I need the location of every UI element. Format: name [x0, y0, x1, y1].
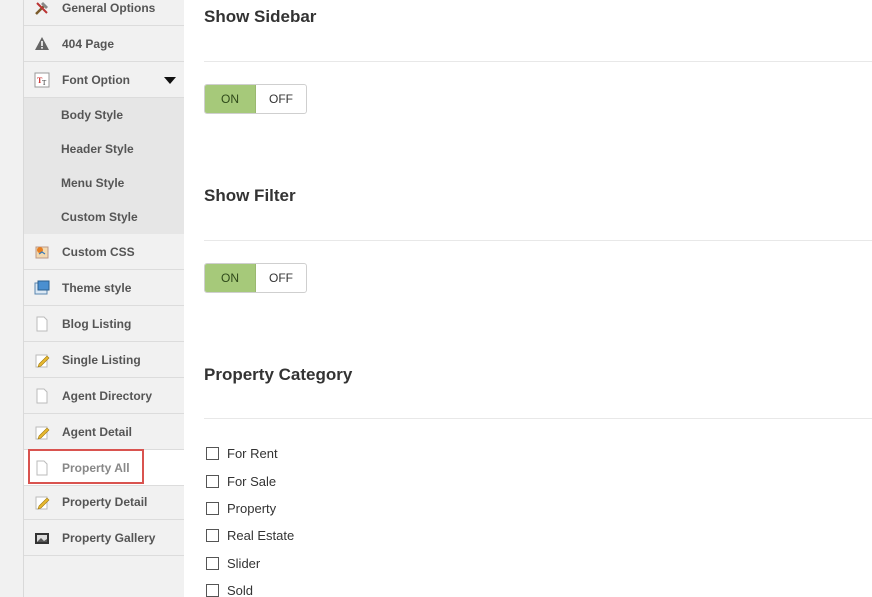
divider	[204, 418, 872, 419]
sidebar-item-label: Property Detail	[62, 494, 148, 509]
options-sidebar: General Options 404 Page TT Font Option …	[24, 0, 184, 597]
show-sidebar-on-button[interactable]: ON	[205, 85, 256, 113]
sidebar-subitem-body-style[interactable]: Body Style	[24, 98, 184, 132]
sidebar-item-label: 404 Page	[62, 36, 115, 51]
checkbox[interactable]	[206, 501, 219, 515]
show-filter-on-button[interactable]: ON	[205, 264, 256, 292]
category-checkbox-for-sale[interactable]: For Sale	[206, 471, 276, 491]
checkbox-label: For Sale	[227, 473, 277, 489]
show-sidebar-off-button[interactable]: OFF	[256, 85, 306, 113]
checkbox[interactable]	[206, 583, 219, 597]
sidebar-item-label: Single Listing	[62, 352, 141, 367]
divider	[204, 61, 872, 62]
sidebar-item-label: Agent Detail	[62, 424, 133, 439]
sidebar-item-label: Property Gallery	[62, 530, 156, 545]
gallery-icon	[34, 530, 50, 546]
sidebar-item-blog-listing[interactable]: Blog Listing	[24, 306, 184, 342]
sidebar-item-general-options[interactable]: General Options	[24, 0, 184, 26]
category-checkbox-slider[interactable]: Slider	[206, 553, 260, 573]
sidebar-item-custom-css[interactable]: Custom CSS	[24, 234, 184, 270]
show-sidebar-toggle[interactable]: ON OFF	[204, 84, 307, 114]
sidebar-item-font-option[interactable]: TT Font Option	[24, 62, 184, 98]
checkbox-label: Sold	[227, 582, 254, 597]
show-filter-title: Show Filter	[204, 186, 296, 205]
category-checkbox-sold[interactable]: Sold	[206, 580, 253, 597]
edit-icon	[34, 424, 50, 440]
checkbox[interactable]	[206, 528, 219, 542]
sidebar-item-label: Font Option	[62, 72, 130, 87]
sidebar-item-label: Custom CSS	[62, 244, 135, 259]
svg-text:T: T	[42, 79, 47, 87]
property-category-title: Property Category	[204, 365, 353, 384]
page-icon	[34, 388, 50, 404]
sidebar-subitem-header-style[interactable]: Header Style	[24, 132, 184, 166]
sidebar-item-property-all[interactable]: Property All	[24, 450, 184, 486]
sidebar-item-label: General Options	[62, 0, 156, 15]
font-icon: TT	[34, 72, 50, 88]
category-checkbox-property[interactable]: Property	[206, 498, 276, 518]
tools-icon	[34, 0, 50, 16]
sidebar-subitem-menu-style[interactable]: Menu Style	[24, 166, 184, 200]
edit-icon	[34, 352, 50, 368]
sidebar-subitem-custom-style[interactable]: Custom Style	[24, 200, 184, 234]
sidebar-item-404-page[interactable]: 404 Page	[24, 26, 184, 62]
edit-icon	[34, 494, 50, 510]
css-icon	[34, 244, 50, 260]
page-icon	[34, 460, 50, 476]
sidebar-item-property-gallery[interactable]: Property Gallery	[24, 520, 184, 556]
sidebar-item-label: Property All	[62, 460, 130, 475]
sidebar-item-single-listing[interactable]: Single Listing	[24, 342, 184, 378]
checkbox[interactable]	[206, 446, 219, 460]
sidebar-item-property-detail[interactable]: Property Detail	[24, 484, 184, 520]
sidebar-item-label: Theme style	[62, 280, 132, 295]
sidebar-item-label: Blog Listing	[62, 316, 132, 331]
checkbox-label: Property	[227, 500, 277, 516]
page-icon	[34, 316, 50, 332]
checkbox-label: Real Estate	[227, 527, 295, 543]
checkbox[interactable]	[206, 556, 219, 570]
chevron-down-icon[interactable]	[164, 77, 176, 84]
divider	[204, 240, 872, 241]
sidebar-item-theme-style[interactable]: Theme style	[24, 270, 184, 306]
show-sidebar-title: Show Sidebar	[204, 7, 317, 26]
warning-icon	[34, 36, 50, 52]
options-main-panel: Show Sidebar ON OFF Show Filter ON OFF P…	[184, 0, 872, 597]
show-filter-off-button[interactable]: OFF	[256, 264, 306, 292]
checkbox[interactable]	[206, 474, 219, 488]
theme-icon	[34, 280, 50, 296]
checkbox-label: For Rent	[227, 445, 278, 461]
left-edge-strip	[0, 0, 24, 597]
sidebar-item-agent-directory[interactable]: Agent Directory	[24, 378, 184, 414]
show-filter-toggle[interactable]: ON OFF	[204, 263, 307, 293]
sidebar-item-agent-detail[interactable]: Agent Detail	[24, 414, 184, 450]
sidebar-item-label: Agent Directory	[62, 388, 153, 403]
category-checkbox-real-estate[interactable]: Real Estate	[206, 525, 294, 545]
category-checkbox-for-rent[interactable]: For Rent	[206, 443, 278, 463]
checkbox-label: Slider	[227, 555, 261, 571]
